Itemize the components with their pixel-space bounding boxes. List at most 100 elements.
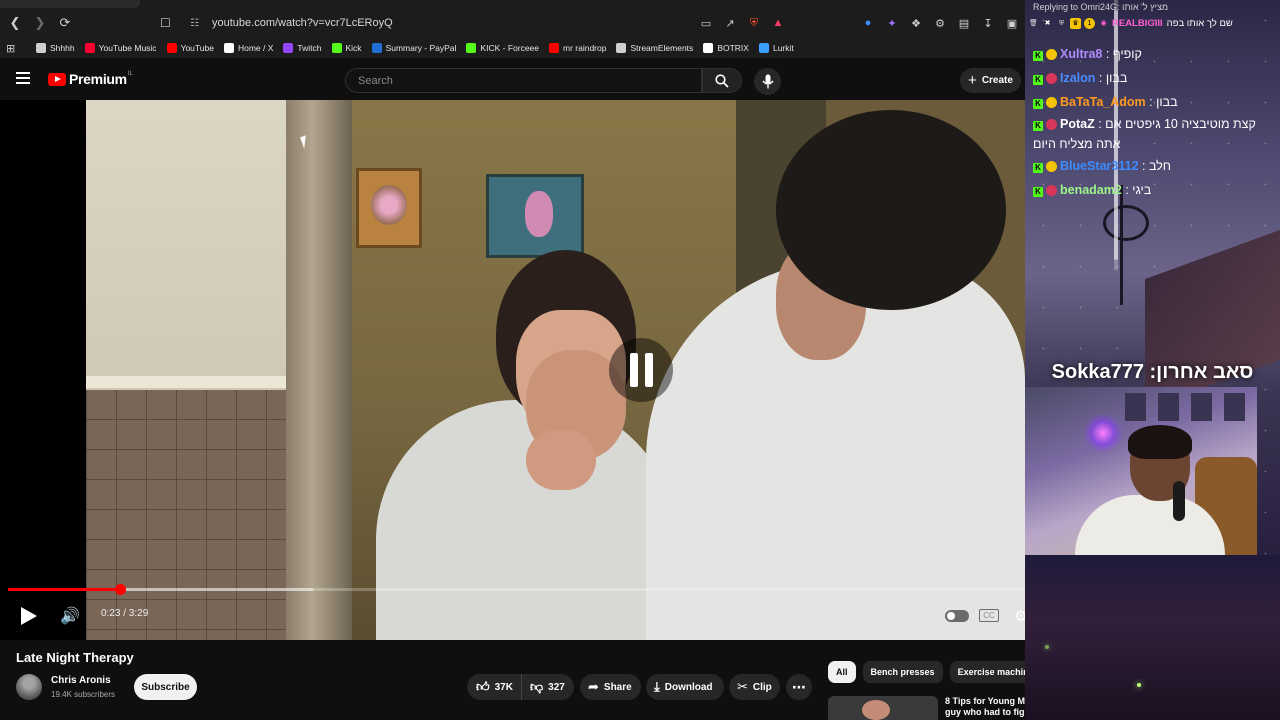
create-label: Create xyxy=(981,75,1013,86)
kick-icon xyxy=(466,43,477,53)
mute-button[interactable]: 🔊 xyxy=(58,603,82,629)
brave-shield-icon[interactable]: ⛨ xyxy=(745,14,763,32)
bookmark-label: BOTRIX xyxy=(717,43,749,53)
autoplay-toggle[interactable] xyxy=(944,603,970,629)
chat-username: BaTaTa_Adom xyxy=(1060,95,1146,109)
last-sub-username: Sokka777 xyxy=(1051,360,1144,383)
bookmark-item[interactable]: Home / X xyxy=(223,43,274,53)
chat-reply-header: Replying to Omri24G: מציץ ל' אותו 🗑︎ ✖ ⛨… xyxy=(1025,0,1280,32)
channel-name[interactable]: Chris Aronis xyxy=(51,675,111,686)
create-button[interactable]: + Create xyxy=(960,68,1021,93)
bookmark-icon[interactable]: ☐ xyxy=(160,16,176,30)
play-icon xyxy=(21,607,37,625)
youtube-play-icon xyxy=(48,72,66,86)
like-button[interactable]: 👍︎ 37K xyxy=(467,674,522,700)
kick-badge-icon: K xyxy=(1033,163,1043,173)
bookmark-item[interactable]: KICK - Forceee xyxy=(466,43,539,53)
extension-icon[interactable]: ● xyxy=(859,14,877,32)
recommended-thumbnail[interactable] xyxy=(828,696,938,720)
forward-icon[interactable]: ❯ xyxy=(30,13,50,33)
kick-badge-icon: K xyxy=(1033,75,1043,85)
share-page-icon[interactable]: ↗ xyxy=(721,14,739,32)
streamelements-icon xyxy=(616,43,627,53)
subscribe-button[interactable]: Subscribe xyxy=(134,674,197,700)
chat-username: BlueStar3112 xyxy=(1060,159,1139,173)
channel-avatar[interactable] xyxy=(16,674,42,700)
apps-grid-icon[interactable]: ⊞ xyxy=(6,42,26,55)
chat-text: בבון xyxy=(1105,71,1128,85)
bookmark-label: Kick xyxy=(345,43,362,53)
like-dislike-group: 👍︎ 37K 👎︎ 327 xyxy=(467,674,574,700)
subtitles-button[interactable]: CC xyxy=(979,609,999,622)
plus-icon: + xyxy=(968,72,977,89)
bookmark-item[interactable]: Shhhh xyxy=(36,43,75,53)
extension-icon[interactable]: ✦ xyxy=(883,14,901,32)
share-icon: ➦ xyxy=(588,679,599,694)
menu-icon[interactable] xyxy=(16,72,30,84)
sidebar-icon[interactable]: ▤ xyxy=(955,14,973,32)
overlay-background xyxy=(1025,555,1280,720)
reply-context: Replying to Omri24G: מציץ ל' אותו xyxy=(1033,2,1169,12)
clip-label: Clip xyxy=(752,681,772,693)
recommended-video[interactable]: 8 Tips for Young Men (from a guy who had… xyxy=(828,696,1069,720)
bookmark-item[interactable]: mr raindrop xyxy=(549,43,606,53)
download-label: Download xyxy=(664,681,713,693)
kick-badge-icon: K xyxy=(1033,51,1043,61)
youtube-premium-logo[interactable]: Premium IL xyxy=(48,71,133,87)
download-icon[interactable]: ↧ xyxy=(979,14,997,32)
download-button[interactable]: ⤓ Download xyxy=(646,674,724,700)
more-horizontal-icon: ⋯ xyxy=(792,678,806,695)
dislike-button[interactable]: 👎︎ 327 xyxy=(522,674,573,700)
back-icon[interactable]: ❮ xyxy=(5,13,25,33)
bookmarks-bar: ⊞ Shhhh YouTube Music YouTube Home / X Twitc… xyxy=(0,38,1025,58)
play-button[interactable] xyxy=(16,603,42,629)
bookmark-label: Shhhh xyxy=(50,43,75,53)
url-text[interactable]: youtube.com/watch?v=vcr7LcERoyQ xyxy=(212,17,393,29)
chat-message: K Izalon : בבון xyxy=(1025,66,1280,90)
more-actions-button[interactable]: ⋯ xyxy=(786,674,812,700)
search-input[interactable] xyxy=(346,69,701,92)
bookmark-item[interactable]: BOTRIX xyxy=(703,43,749,53)
brave-rewards-icon[interactable]: ▲ xyxy=(769,14,787,32)
scrubber-handle[interactable] xyxy=(114,584,126,595)
chat-username: Izalon xyxy=(1060,71,1096,85)
reload-icon[interactable]: ⟳ xyxy=(55,13,75,33)
chat-username: PotaZ xyxy=(1060,117,1095,131)
clip-button[interactable]: ✂ Clip xyxy=(729,674,780,700)
chip-bench-presses[interactable]: Bench presses xyxy=(862,661,943,683)
bookmark-item[interactable]: YouTube xyxy=(166,43,214,53)
bookmark-label: Summary - PayPal xyxy=(385,43,457,53)
youtube-header: Premium IL + Create xyxy=(0,58,1025,100)
lurkit-icon xyxy=(758,43,769,53)
logo-text: Premium xyxy=(69,71,127,87)
pause-indicator[interactable] xyxy=(609,338,673,402)
search-button[interactable] xyxy=(702,68,742,93)
wallet-icon[interactable]: ▣ xyxy=(1003,14,1021,32)
extension-icon[interactable]: ❖ xyxy=(907,14,925,32)
voice-search-button[interactable] xyxy=(754,68,781,95)
extensions-puzzle-icon[interactable]: ⚙ xyxy=(931,14,949,32)
video-frame[interactable] xyxy=(86,100,1025,640)
chat-username: Xultra8 xyxy=(1060,47,1103,61)
share-button[interactable]: ➦ Share xyxy=(580,674,641,700)
bookmark-item[interactable]: Lurkit xyxy=(758,43,794,53)
bookmark-item[interactable]: YouTube Music xyxy=(84,43,157,53)
bookmark-item[interactable]: Twitch xyxy=(283,43,322,53)
bookmark-label: Home / X xyxy=(237,43,274,53)
bookmark-item[interactable]: Summary - PayPal xyxy=(371,43,457,53)
chip-all[interactable]: All xyxy=(828,661,856,683)
coin-badge-icon: 1 xyxy=(1084,17,1095,29)
site-info-icon[interactable]: ☷ xyxy=(190,18,204,29)
bookmark-item[interactable]: StreamElements xyxy=(616,43,693,53)
youtube-icon xyxy=(166,43,177,53)
bookmark-label: YouTube xyxy=(180,43,214,53)
video-player[interactable]: 🔊 0:23 / 3:29 xyxy=(0,100,1025,640)
like-count: 37K xyxy=(494,681,513,693)
browser-toolbar: ❮ ❯ ⟳ ☐ ☷ youtube.com/watch?v=vcr7LcERoy… xyxy=(0,8,1025,38)
cast-icon[interactable]: ▭ xyxy=(697,14,715,32)
bookmark-item[interactable]: Kick xyxy=(331,43,362,53)
active-tab[interactable] xyxy=(0,0,140,8)
bookmark-label: KICK - Forceee xyxy=(480,43,539,53)
progress-bar[interactable] xyxy=(8,584,1023,595)
last-sub-label: סאב אחרון: xyxy=(1149,360,1254,383)
